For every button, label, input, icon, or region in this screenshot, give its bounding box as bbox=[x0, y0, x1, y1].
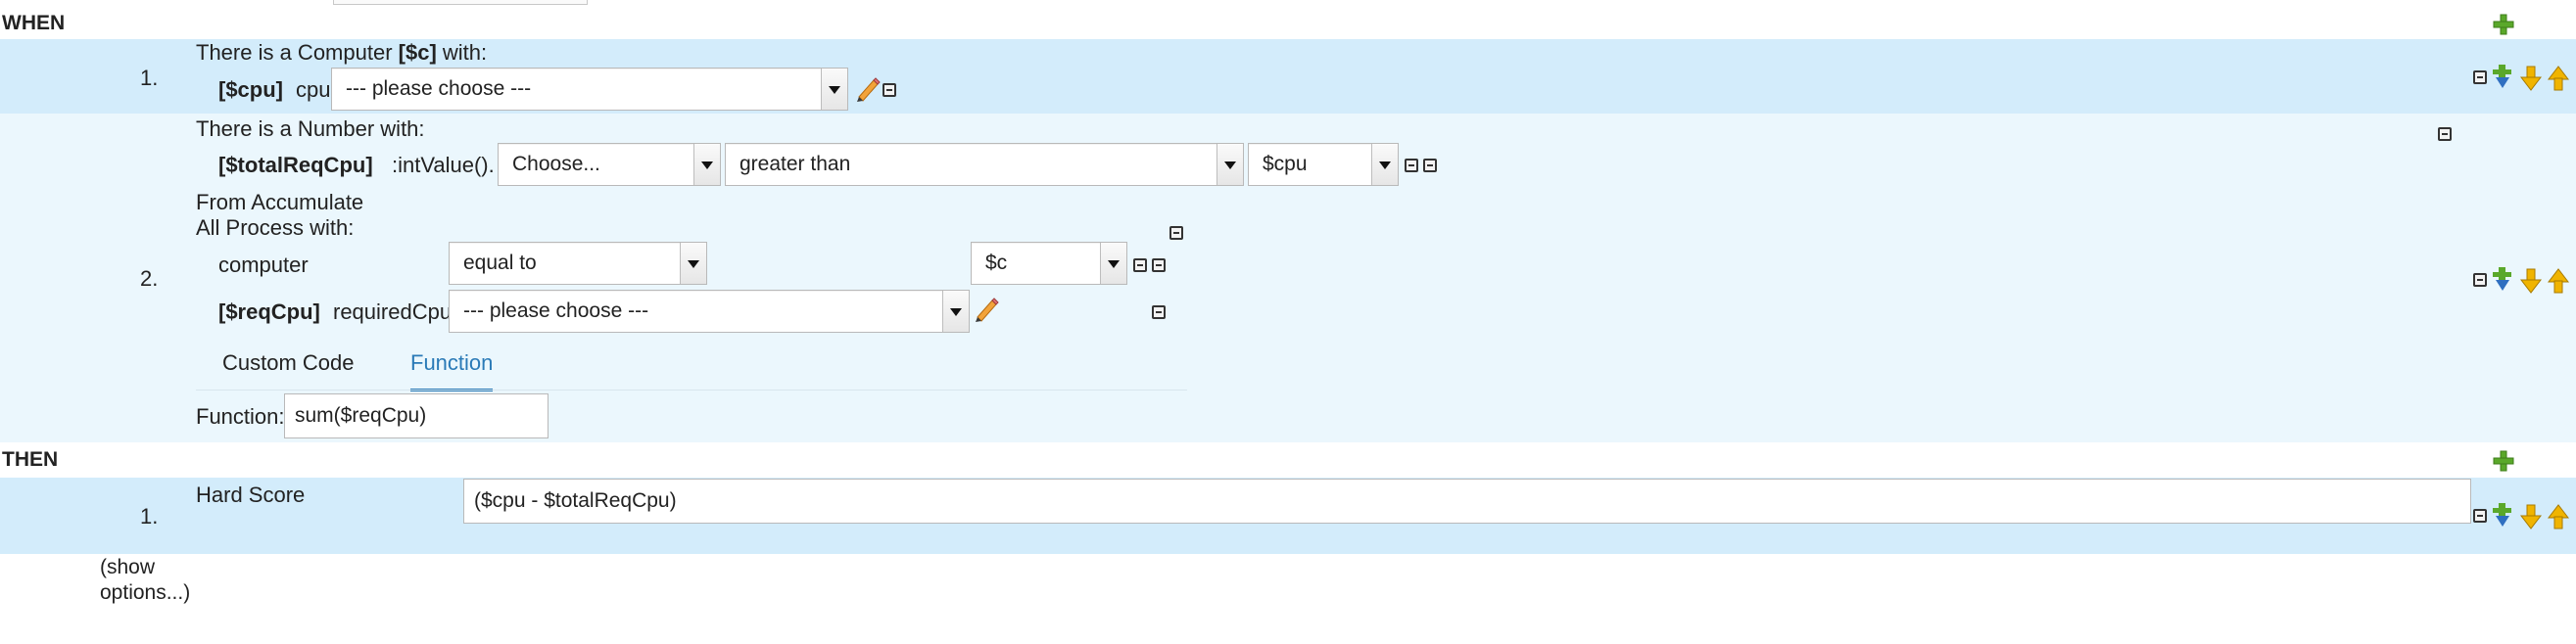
remove-field-icon[interactable] bbox=[1152, 258, 1166, 272]
move-up-arrow-icon[interactable] bbox=[2548, 66, 2569, 91]
function-input[interactable]: sum($reqCpu) bbox=[284, 393, 549, 438]
pattern-title-suffix: with: bbox=[442, 40, 488, 65]
cpu-field-name: cpu bbox=[296, 77, 331, 102]
remove-constraint-icon[interactable] bbox=[1133, 258, 1147, 272]
move-down-arrow-icon[interactable] bbox=[2520, 504, 2542, 529]
remove-field-icon[interactable] bbox=[883, 83, 896, 97]
computer-value-select[interactable]: $c bbox=[971, 242, 1127, 285]
computer-field-label: computer bbox=[218, 253, 309, 277]
chevron-down-icon bbox=[1371, 144, 1398, 185]
operator-select-value: greater than bbox=[739, 153, 851, 175]
tab-custom-code[interactable]: Custom Code bbox=[222, 348, 355, 378]
when-label: WHEN bbox=[2, 12, 66, 34]
rule-1-pattern-title: There is a Computer [$c] with: bbox=[196, 40, 487, 66]
then-label: THEN bbox=[2, 448, 59, 471]
move-down-arrow-icon[interactable] bbox=[2520, 268, 2542, 294]
computer-value-text: $c bbox=[985, 252, 1008, 274]
remove-rule-1-icon[interactable] bbox=[2473, 70, 2487, 84]
add-condition-plus-icon[interactable] bbox=[2493, 14, 2514, 35]
remove-field-icon[interactable] bbox=[1423, 159, 1437, 172]
choose-select[interactable]: Choose... bbox=[498, 143, 721, 186]
cpu-field-select[interactable]: --- please choose --- bbox=[331, 68, 848, 111]
when-rule-2-number: 2. bbox=[140, 266, 159, 291]
required-cpu-select-value: --- please choose --- bbox=[463, 299, 649, 322]
req-cpu-binding: [$reqCpu] bbox=[218, 299, 320, 324]
choose-select-value: Choose... bbox=[512, 153, 600, 175]
chevron-down-icon bbox=[693, 144, 720, 185]
chevron-down-icon bbox=[680, 243, 706, 284]
function-input-value: sum($reqCpu) bbox=[295, 404, 427, 427]
tab-divider bbox=[196, 390, 1187, 391]
remove-pattern-icon[interactable] bbox=[2438, 127, 2452, 141]
required-cpu-field: requiredCpu bbox=[333, 299, 453, 324]
rule-2-pattern-title: There is a Number with: bbox=[196, 116, 425, 141]
when-rule-1-number: 1. bbox=[140, 66, 159, 90]
show-options-link[interactable]: (show options...) bbox=[100, 555, 217, 606]
remove-constraint-icon[interactable] bbox=[1405, 159, 1418, 172]
insert-below-icon[interactable] bbox=[2492, 64, 2513, 89]
pencil-edit-icon[interactable] bbox=[854, 75, 882, 103]
tab-function[interactable]: Function bbox=[410, 348, 494, 391]
insert-below-icon[interactable] bbox=[2492, 502, 2513, 528]
remove-accumulate-icon[interactable] bbox=[1169, 226, 1183, 240]
from-accumulate-label: From Accumulate bbox=[196, 190, 364, 214]
cpu-binding: [$cpu] bbox=[218, 77, 283, 102]
add-action-plus-icon[interactable] bbox=[2493, 450, 2514, 472]
then-rule-1-number: 1. bbox=[140, 504, 159, 529]
value-select-value: $cpu bbox=[1263, 153, 1308, 175]
remove-action-icon[interactable] bbox=[2473, 509, 2487, 523]
insert-below-icon[interactable] bbox=[2492, 266, 2513, 292]
function-label: Function: bbox=[196, 404, 285, 429]
pattern-binding: [$c] bbox=[398, 40, 437, 65]
move-down-arrow-icon[interactable] bbox=[2520, 66, 2542, 91]
computer-operator-select[interactable]: equal to bbox=[449, 242, 707, 285]
pattern-title-prefix: There is a Computer bbox=[196, 40, 393, 65]
chevron-down-icon bbox=[942, 291, 969, 332]
int-value-method: :intValue(). bbox=[392, 153, 495, 177]
value-select[interactable]: $cpu bbox=[1248, 143, 1399, 186]
move-up-arrow-icon[interactable] bbox=[2548, 504, 2569, 529]
hard-score-label: Hard Score bbox=[196, 483, 306, 507]
pencil-edit-icon[interactable] bbox=[973, 296, 1000, 323]
chevron-down-icon bbox=[821, 69, 847, 110]
hard-score-value: ($cpu - $totalReqCpu) bbox=[474, 489, 677, 512]
move-up-arrow-icon[interactable] bbox=[2548, 268, 2569, 294]
hard-score-input[interactable]: ($cpu - $totalReqCpu) bbox=[463, 479, 2471, 524]
cpu-field-select-value: --- please choose --- bbox=[346, 77, 532, 100]
all-process-label: All Process with: bbox=[196, 215, 355, 240]
remove-field-icon[interactable] bbox=[1152, 305, 1166, 319]
chevron-down-icon bbox=[1216, 144, 1243, 185]
required-cpu-select[interactable]: --- please choose --- bbox=[449, 290, 970, 333]
computer-operator-value: equal to bbox=[463, 252, 537, 274]
total-req-cpu-binding: [$totalReqCpu] bbox=[218, 153, 373, 177]
chevron-down-icon bbox=[1100, 243, 1126, 284]
operator-select[interactable]: greater than bbox=[725, 143, 1244, 186]
remove-rule-2-icon[interactable] bbox=[2473, 273, 2487, 287]
top-partial-element bbox=[333, 0, 588, 5]
